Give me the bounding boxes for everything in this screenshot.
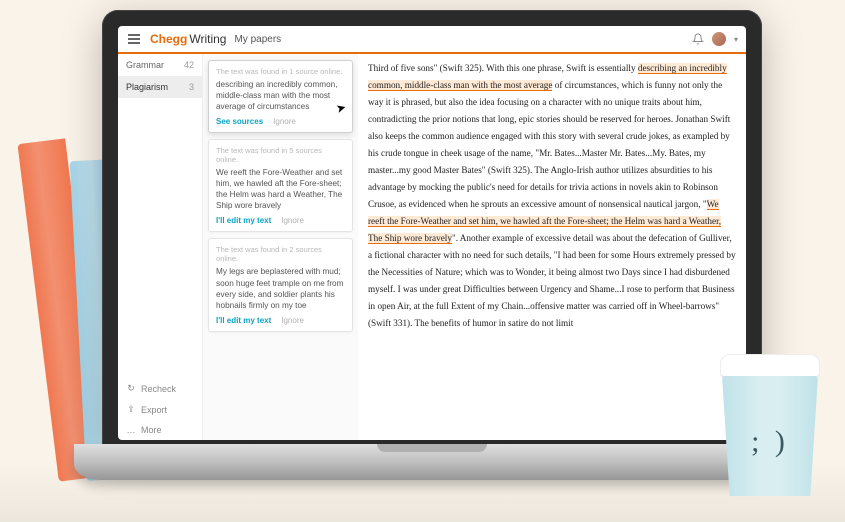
avatar[interactable] [712, 32, 726, 46]
bell-icon[interactable] [692, 33, 704, 45]
doc-text: ". Another example of excessive detail w… [368, 233, 736, 328]
card-source-note: The text was found in 2 sources online. [216, 245, 345, 263]
action-label: Export [141, 405, 167, 415]
card-excerpt: We reeft the Fore-Weather and set him, w… [216, 167, 345, 211]
refresh-icon: ↻ [126, 383, 136, 394]
cup-face: ; ) [751, 425, 789, 459]
sidebar: Grammar 42 Plagiarism 3 ↻ Recheck ⇪ Exp [118, 54, 203, 440]
export-icon: ⇪ [126, 404, 136, 415]
issue-card[interactable]: The text was found in 5 sources online. … [208, 139, 353, 232]
see-sources-button[interactable]: See sources [216, 117, 263, 126]
sidebar-item-label: Plagiarism [126, 82, 168, 92]
card-excerpt: describing an incredibly common, middle-… [216, 79, 345, 112]
chevron-down-icon[interactable]: ▾ [734, 35, 738, 44]
laptop-frame: CheggWriting My papers ▾ Grammar 42 Plag… [102, 10, 762, 480]
action-label: Recheck [141, 384, 176, 394]
more-icon: … [126, 425, 136, 435]
issue-card[interactable]: The text was found in 1 source online. d… [208, 60, 353, 133]
brand-logo[interactable]: CheggWriting [150, 32, 226, 46]
doc-text: Third of five sons" (Swift 325). With th… [368, 63, 638, 73]
ignore-button[interactable]: Ignore [281, 316, 304, 325]
doc-text: of circumstances, which is funny not onl… [368, 80, 730, 209]
issue-card[interactable]: The text was found in 2 sources online. … [208, 238, 353, 331]
breadcrumb[interactable]: My papers [234, 34, 281, 45]
ignore-button[interactable]: Ignore [281, 216, 304, 225]
topbar: CheggWriting My papers ▾ [118, 26, 746, 54]
sidebar-item-grammar[interactable]: Grammar 42 [118, 54, 202, 76]
brand-sub: Writing [189, 32, 226, 46]
export-button[interactable]: ⇪ Export [118, 399, 202, 420]
card-source-note: The text was found in 5 sources online. [216, 146, 345, 164]
ignore-button[interactable]: Ignore [273, 117, 296, 126]
edit-text-button[interactable]: I'll edit my text [216, 216, 271, 225]
sidebar-item-plagiarism[interactable]: Plagiarism 3 [118, 76, 202, 98]
sidebar-item-label: Grammar [126, 60, 164, 70]
cursor-icon: ➤ [334, 100, 347, 116]
sidebar-item-count: 3 [189, 82, 194, 92]
card-source-note: The text was found in 1 source online. [216, 67, 345, 76]
edit-text-button[interactable]: I'll edit my text [216, 316, 271, 325]
card-excerpt: My legs are beplastered with mud; soon h… [216, 266, 345, 310]
action-label: More [141, 425, 162, 435]
brand-main: Chegg [150, 32, 187, 46]
decor-coffee-cup: ; ) [715, 354, 825, 504]
sidebar-item-count: 42 [184, 60, 194, 70]
app-screen: CheggWriting My papers ▾ Grammar 42 Plag… [118, 26, 746, 440]
issue-cards-panel: The text was found in 1 source online. d… [203, 54, 358, 440]
document-content[interactable]: Third of five sons" (Swift 325). With th… [358, 54, 746, 440]
menu-icon[interactable] [126, 32, 142, 46]
recheck-button[interactable]: ↻ Recheck [118, 378, 202, 399]
more-button[interactable]: … More [118, 420, 202, 440]
